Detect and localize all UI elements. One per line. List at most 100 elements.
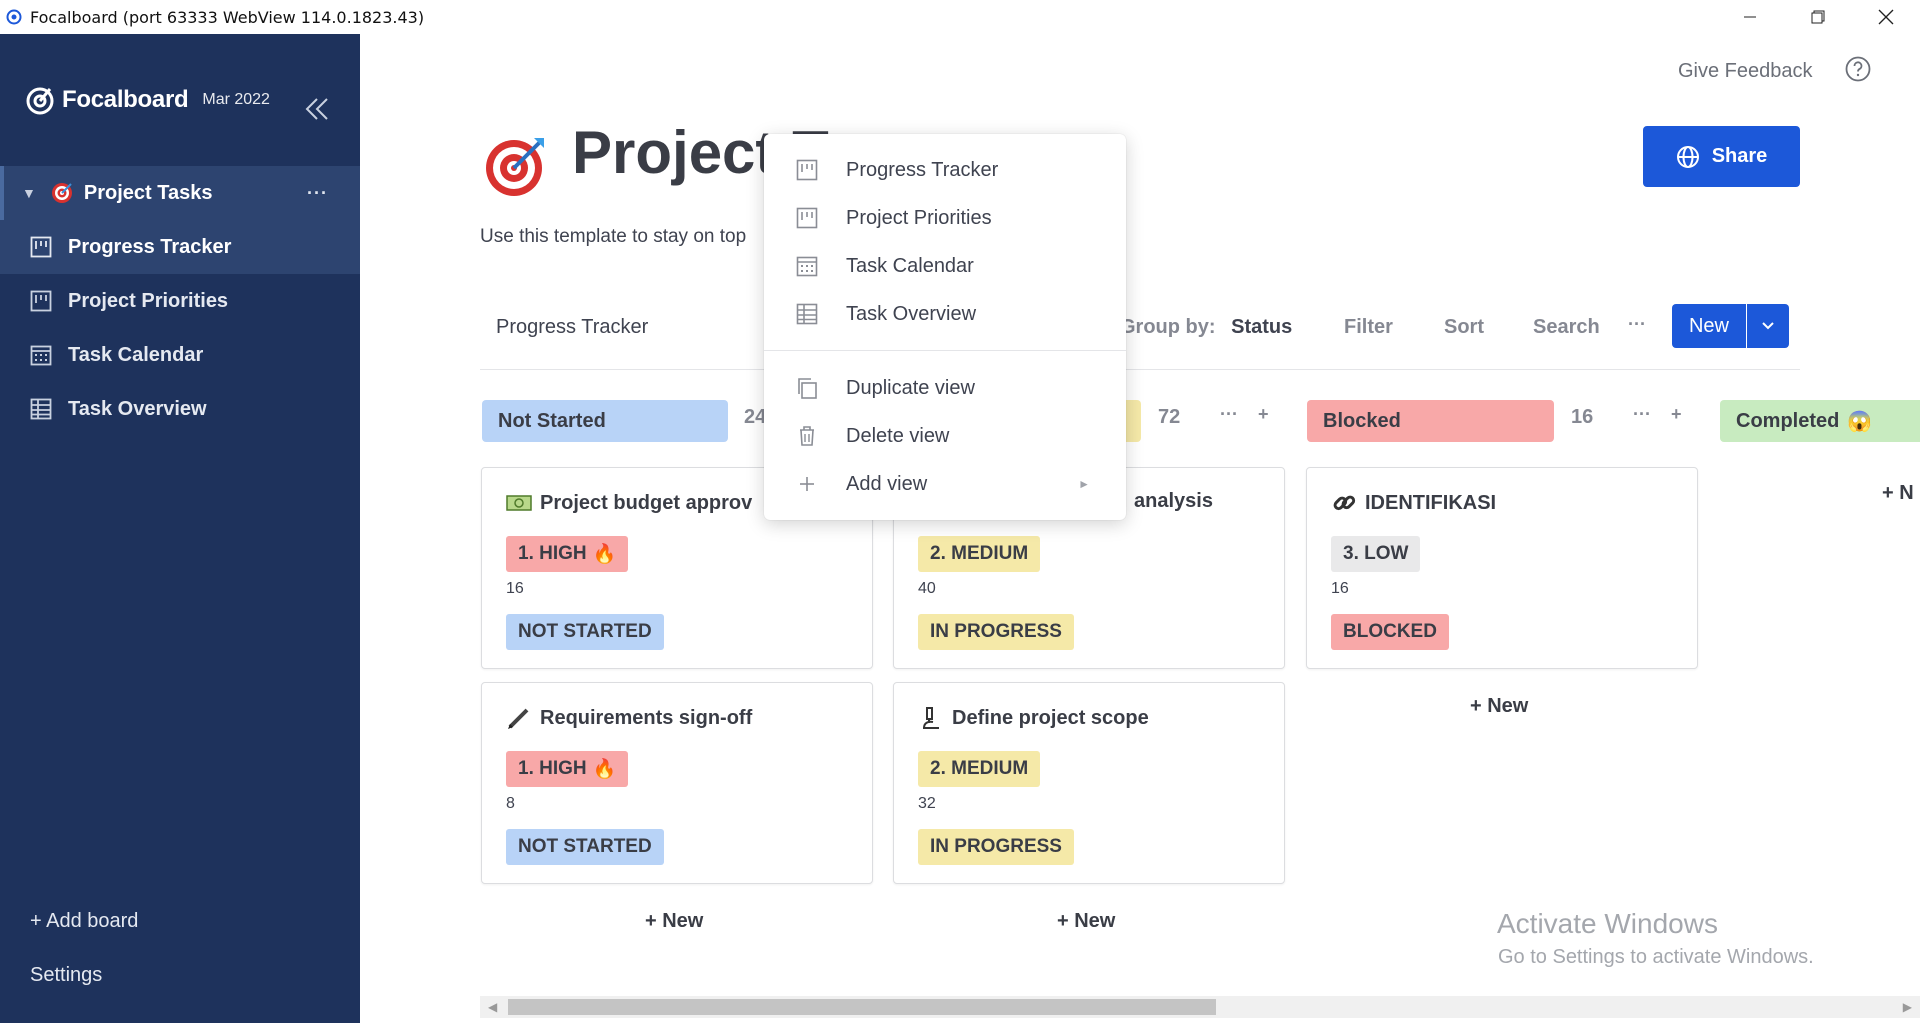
card-title-text: analysis bbox=[1134, 490, 1213, 512]
chevron-down-icon[interactable]: ▼ bbox=[22, 185, 36, 201]
priority-tag: 1. HIGH 🔥 bbox=[506, 751, 629, 787]
active-board-accent bbox=[0, 166, 4, 220]
column-title: Blocked bbox=[1323, 409, 1401, 432]
status-badge: NOT STARTED bbox=[506, 829, 664, 865]
search-button[interactable]: Search bbox=[1533, 316, 1600, 339]
priority-tag: 2. MEDIUM bbox=[918, 751, 1041, 787]
collapse-sidebar-icon[interactable] bbox=[302, 94, 332, 124]
sidebar-item-task-calendar[interactable]: Task Calendar bbox=[0, 328, 360, 382]
card-estimate: 40 bbox=[918, 580, 936, 597]
board-description[interactable]: Use this template to stay on top bbox=[480, 226, 746, 248]
filter-button[interactable]: Filter bbox=[1344, 316, 1393, 339]
table-view-icon bbox=[796, 303, 818, 325]
column-header-not-started[interactable]: Not Started bbox=[482, 400, 728, 442]
chevron-down-icon bbox=[1762, 322, 1774, 330]
completed-emoji: 😱 bbox=[1847, 410, 1873, 433]
menu-item-delete-view[interactable]: Delete view bbox=[764, 412, 1126, 460]
sidebar-board-project-tasks[interactable]: ▼ Project Tasks ··· bbox=[0, 166, 360, 220]
new-card-button[interactable]: New bbox=[1672, 304, 1746, 348]
column-header-completed[interactable]: Completed 😱 bbox=[1720, 400, 1920, 442]
menu-item-duplicate-view[interactable]: Duplicate view bbox=[764, 364, 1126, 412]
help-icon[interactable] bbox=[1845, 56, 1871, 82]
menu-item-add-view[interactable]: Add view ► bbox=[764, 460, 1126, 508]
view-options-button[interactable]: ··· bbox=[1628, 314, 1646, 335]
target-dart-icon[interactable] bbox=[484, 134, 548, 198]
microscope-icon bbox=[923, 707, 939, 729]
scrollbar-thumb[interactable] bbox=[508, 999, 1216, 1015]
submenu-arrow-icon: ► bbox=[1078, 477, 1090, 491]
board-view-icon bbox=[30, 236, 52, 258]
column-options-button[interactable]: ··· bbox=[1633, 404, 1651, 425]
board-view-icon bbox=[796, 159, 818, 181]
priority-tag: 2. MEDIUM bbox=[918, 536, 1041, 572]
table-view-icon bbox=[30, 398, 52, 420]
brand: Focalboard Mar 2022 bbox=[24, 84, 270, 116]
menu-item-task-overview[interactable]: Task Overview bbox=[764, 290, 1126, 338]
column-title: Not Started bbox=[498, 409, 606, 432]
duplicate-icon bbox=[798, 378, 817, 399]
column-new-button[interactable]: + New bbox=[1470, 695, 1528, 718]
priority-text: 1. HIGH bbox=[518, 543, 587, 564]
column-count: 72 bbox=[1158, 406, 1181, 428]
board-options-button[interactable]: ··· bbox=[307, 183, 328, 204]
sidebar-item-task-overview[interactable]: Task Overview bbox=[0, 382, 360, 436]
card-title: Project budget approv bbox=[506, 490, 752, 516]
column-new-button[interactable]: + New bbox=[1057, 910, 1115, 933]
status-badge: BLOCKED bbox=[1331, 614, 1449, 650]
minimize-button[interactable] bbox=[1716, 0, 1784, 34]
add-card-plus-icon[interactable]: + bbox=[1671, 404, 1682, 425]
column-options-button[interactable]: ··· bbox=[1220, 404, 1238, 425]
card-estimate: 8 bbox=[506, 795, 515, 812]
sidebar: Focalboard Mar 2022 ▼ Project Tasks ··· … bbox=[0, 34, 360, 1023]
card-title-text: IDENTIFIKASI bbox=[1365, 491, 1497, 514]
plus-icon bbox=[800, 477, 814, 491]
priority-tag: 1. HIGH 🔥 bbox=[506, 536, 629, 572]
group-by-button[interactable]: Group by: Status bbox=[1120, 316, 1292, 339]
scroll-left-arrow-icon[interactable]: ◀ bbox=[488, 1000, 497, 1014]
column-header-blocked[interactable]: Blocked bbox=[1307, 400, 1554, 442]
settings-button[interactable]: Settings bbox=[30, 964, 102, 987]
board-view-icon bbox=[30, 290, 52, 312]
window-titlebar: Focalboard (port 63333 WebView 114.0.182… bbox=[0, 0, 1920, 34]
column-new-button[interactable]: + N bbox=[1882, 482, 1914, 505]
share-label: Share bbox=[1711, 145, 1768, 167]
group-by-value: Status bbox=[1231, 316, 1293, 338]
menu-item-task-calendar[interactable]: Task Calendar bbox=[764, 242, 1126, 290]
close-button[interactable] bbox=[1852, 0, 1920, 34]
share-button[interactable]: Share bbox=[1643, 126, 1800, 187]
sidebar-item-project-priorities[interactable]: Project Priorities bbox=[0, 274, 360, 328]
sort-button[interactable]: Sort bbox=[1444, 316, 1484, 339]
scroll-right-arrow-icon[interactable]: ▶ bbox=[1903, 1000, 1912, 1014]
menu-item-progress-tracker[interactable]: Progress Tracker bbox=[764, 146, 1126, 194]
view-toolbar: Progress Tracker Group by: Status Filter… bbox=[480, 300, 1800, 370]
close-icon bbox=[1878, 9, 1894, 25]
view-selector[interactable]: Progress Tracker bbox=[496, 316, 648, 339]
sidebar-item-progress-tracker[interactable]: Progress Tracker bbox=[0, 220, 360, 274]
group-by-label: Group by: bbox=[1120, 316, 1216, 338]
column-new-button[interactable]: + New bbox=[645, 910, 703, 933]
target-dart-icon bbox=[51, 183, 72, 203]
card-identifikasi[interactable]: IDENTIFIKASI 3. LOW 16 BLOCKED bbox=[1306, 467, 1698, 669]
card-define-project-scope[interactable]: Define project scope 2. MEDIUM 32 IN PRO… bbox=[893, 682, 1285, 884]
new-template-dropdown[interactable] bbox=[1747, 304, 1789, 348]
horizontal-scrollbar[interactable]: ◀ ▶ bbox=[480, 996, 1920, 1018]
add-card-plus-icon[interactable]: + bbox=[1258, 404, 1269, 425]
sidebar-item-label: Progress Tracker bbox=[68, 235, 232, 258]
give-feedback-link[interactable]: Give Feedback bbox=[1678, 60, 1813, 83]
menu-item-project-priorities[interactable]: Project Priorities bbox=[764, 194, 1126, 242]
card-title: Requirements sign-off bbox=[506, 705, 752, 731]
board-view-icon bbox=[796, 207, 818, 229]
brand-name: Focalboard bbox=[62, 86, 189, 113]
focalboard-logo-icon bbox=[26, 87, 54, 115]
card-title: Define project scope bbox=[918, 705, 1149, 731]
card-requirements-sign-off[interactable]: Requirements sign-off 1. HIGH 🔥 8 NOT ST… bbox=[481, 682, 873, 884]
restore-button[interactable] bbox=[1784, 0, 1852, 34]
menu-divider bbox=[764, 350, 1126, 351]
card-estimate: 16 bbox=[506, 580, 524, 597]
column-title: Completed bbox=[1736, 409, 1840, 432]
activate-windows-title: Activate Windows bbox=[1497, 908, 1718, 939]
focalboard-app-icon bbox=[6, 9, 22, 25]
money-icon bbox=[506, 495, 532, 511]
menu-item-label: Add view bbox=[846, 472, 928, 495]
add-board-button[interactable]: + Add board bbox=[30, 910, 138, 933]
